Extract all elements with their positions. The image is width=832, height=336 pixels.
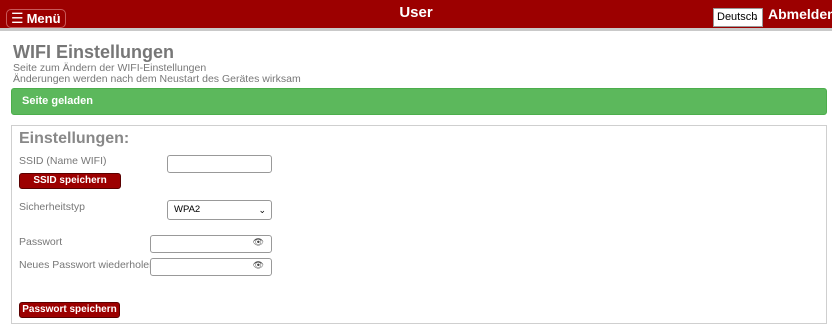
save-password-button[interactable]: Passwort speichern bbox=[19, 302, 120, 318]
password-input[interactable]: 👁 bbox=[150, 235, 272, 253]
ssid-input[interactable] bbox=[167, 155, 272, 173]
security-type-label: Sicherheitstyp bbox=[19, 201, 85, 213]
logout-link[interactable]: Abmelden bbox=[768, 6, 832, 22]
page-note: Änderungen werden nach dem Neustart des … bbox=[13, 73, 301, 85]
status-alert: Seite geladen bbox=[11, 88, 827, 115]
settings-title: Einstellungen: bbox=[19, 130, 130, 147]
page-title: WIFI Einstellungen bbox=[13, 42, 174, 62]
security-type-select[interactable]: WPA2 ⌄ bbox=[167, 200, 272, 220]
language-select[interactable]: Deutsch ⌄ bbox=[713, 8, 763, 27]
password-label: Passwort bbox=[19, 236, 63, 248]
password-repeat-input[interactable]: 👁 bbox=[150, 258, 272, 276]
password-repeat-label: Neues Passwort wiederholen bbox=[19, 259, 155, 271]
save-ssid-button[interactable]: SSID speichern bbox=[19, 173, 121, 189]
chevron-down-icon: ⌄ bbox=[751, 12, 759, 22]
eye-icon[interactable]: 👁 bbox=[253, 260, 264, 271]
settings-panel: Einstellungen: SSID (Name WIFI) SSID spe… bbox=[11, 125, 827, 324]
page-header-title: User bbox=[399, 4, 433, 21]
security-type-value: WPA2 bbox=[174, 204, 201, 215]
chevron-down-icon: ⌄ bbox=[258, 205, 266, 215]
top-bar: ☰ Menü User Deutsch ⌄ Abmelden bbox=[0, 0, 832, 31]
eye-icon[interactable]: 👁 bbox=[253, 237, 264, 248]
ssid-label: SSID (Name WIFI) bbox=[19, 155, 107, 167]
